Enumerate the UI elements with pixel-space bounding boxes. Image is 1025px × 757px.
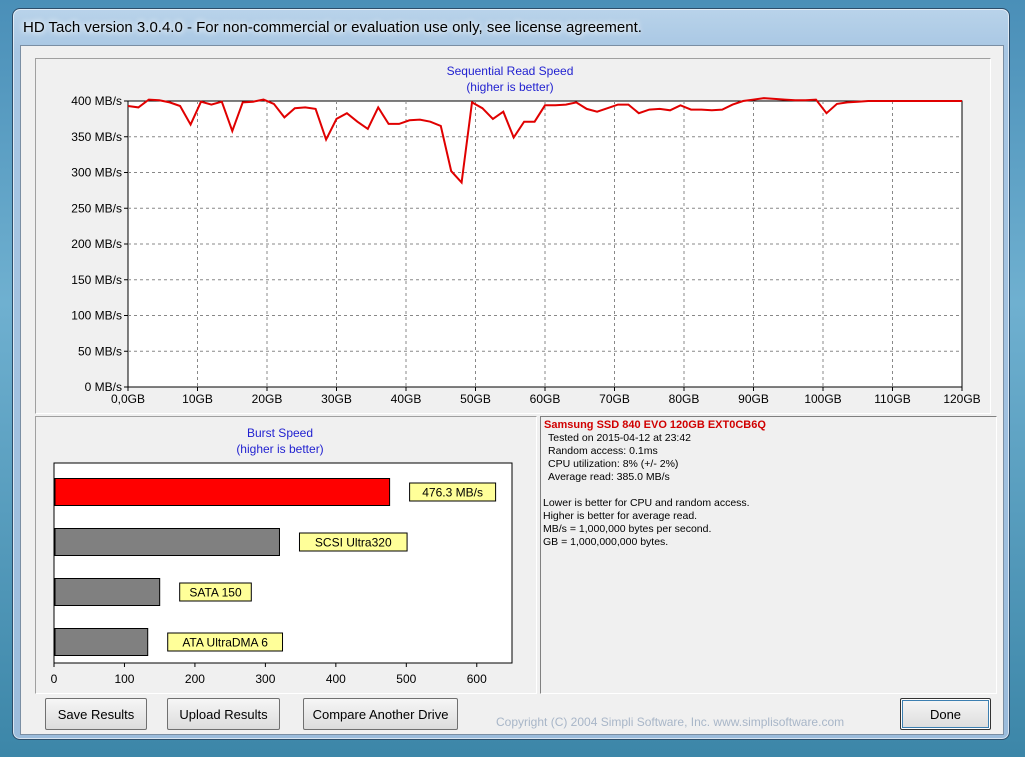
x-tick-label: 70GB [599, 392, 630, 406]
window-title: HD Tach version 3.0.4.0 - For non-commer… [23, 19, 642, 36]
copyright-text: Copyright (C) 2004 Simpli Software, Inc.… [496, 715, 845, 729]
done-button[interactable]: Done [900, 698, 991, 730]
x-tick-label: 110GB [874, 392, 910, 406]
x-tick-label: 600 [467, 672, 487, 686]
x-tick-label: 80GB [669, 392, 700, 406]
note-line: Lower is better for CPU and random acces… [543, 497, 750, 509]
upload-results-button[interactable]: Upload Results [167, 698, 280, 730]
bar-label: SATA 150 [189, 586, 242, 600]
x-tick-label: 100GB [804, 392, 841, 406]
compare-another-drive-button[interactable]: Compare Another Drive [303, 698, 458, 730]
sequential-title: Sequential Read Speed [447, 64, 574, 78]
app-window: HD Tach version 3.0.4.0 - For non-commer… [12, 8, 1010, 740]
x-tick-label: 20GB [252, 392, 283, 406]
x-tick-label: 90GB [738, 392, 769, 406]
x-tick-label: 0 [51, 672, 58, 686]
y-tick-label: 100 MB/s [71, 309, 122, 323]
note-line: Higher is better for average read. [543, 510, 698, 522]
y-tick-label: 250 MB/s [71, 201, 122, 215]
y-tick-label: 150 MB/s [71, 273, 122, 287]
burst-panel: Burst Speed (higher is better) 0 100 200 30… [35, 416, 537, 694]
note-line: MB/s = 1,000,000 bytes per second. [543, 523, 712, 535]
y-tick-label: 350 MB/s [71, 130, 122, 144]
burst-bar [54, 528, 280, 556]
bar-label: SCSI Ultra320 [315, 536, 392, 550]
average-read: Average read: 385.0 MB/s [548, 471, 670, 483]
x-tick-label: 30GB [321, 392, 352, 406]
drive-name: Samsung SSD 840 EVO 120GB EXT0CB6Q [544, 419, 766, 431]
bar-label: 476.3 MB/s [422, 486, 483, 500]
note-line: GB = 1,000,000,000 bytes. [543, 536, 669, 548]
title-bar[interactable]: HD Tach version 3.0.4.0 - For non-commer… [13, 9, 1009, 45]
results-info-box: Samsung SSD 840 EVO 120GB EXT0CB6Q Teste… [540, 416, 997, 694]
cpu-utilization: CPU utilization: 8% (+/- 2%) [548, 458, 679, 470]
x-tick-label: 500 [396, 672, 416, 686]
save-results-button[interactable]: Save Results [45, 698, 147, 730]
x-tick-label: 0,0GB [111, 392, 145, 406]
x-tick-label: 50GB [460, 392, 491, 406]
burst-speed-chart: Burst Speed (higher is better) 0 100 200 30… [51, 426, 513, 686]
x-tick-label: 40GB [391, 392, 422, 406]
burst-subtitle: (higher is better) [236, 442, 323, 456]
y-tick-label: 50 MB/s [78, 344, 122, 358]
y-tick-label: 300 MB/s [71, 166, 122, 180]
y-tick-label: 200 MB/s [71, 237, 122, 251]
x-tick-label: 120GB [943, 392, 980, 406]
x-tick-label: 400 [326, 672, 346, 686]
sequential-panel: Sequential Read Speed (higher is better)… [35, 58, 991, 414]
x-tick-label: 10GB [182, 392, 213, 406]
sequential-subtitle: (higher is better) [466, 80, 553, 94]
x-tick-label: 300 [255, 672, 275, 686]
burst-bar [54, 628, 149, 656]
x-tick-label: 60GB [530, 392, 561, 406]
burst-bar [54, 578, 161, 606]
test-date: Tested on 2015-04-12 at 23:42 [548, 432, 692, 444]
x-tick-label: 200 [185, 672, 205, 686]
sequential-read-chart: Sequential Read Speed (higher is better)… [71, 64, 980, 406]
burst-title: Burst Speed [247, 426, 313, 440]
burst-bar [54, 478, 391, 506]
client-area: Sequential Read Speed (higher is better)… [20, 45, 1004, 735]
random-access: Random access: 0.1ms [548, 445, 658, 457]
bar-label: ATA UltraDMA 6 [182, 636, 268, 650]
y-tick-label: 400 MB/s [71, 94, 122, 108]
x-tick-label: 100 [114, 672, 134, 686]
